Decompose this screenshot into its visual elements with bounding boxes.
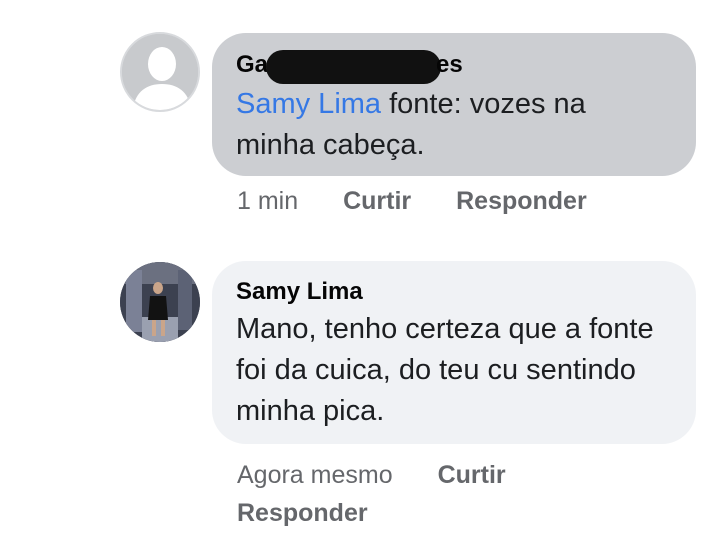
profile-photo (120, 262, 200, 342)
comment-actions: Agora mesmo Curtir Responder (237, 456, 557, 532)
comment-item: Ga es Samy Lima fonte: vozes na minha ca… (0, 0, 720, 240)
comment-author[interactable]: Ga es (236, 50, 672, 84)
like-button[interactable]: Curtir (343, 187, 411, 216)
comment-timestamp[interactable]: 1 min (237, 187, 298, 216)
author-name-end: es (436, 51, 463, 78)
reply-button[interactable]: Responder (237, 494, 368, 532)
comment-text: Samy Lima fonte: vozes na minha cabeça. (236, 84, 672, 166)
reply-button[interactable]: Responder (456, 187, 587, 216)
comment-author[interactable]: Samy Lima (236, 277, 672, 307)
comment-item: Samy Lima Mano, tenho certeza que a font… (0, 240, 720, 545)
avatar[interactable] (120, 262, 200, 342)
comment-bubble: Samy Lima Mano, tenho certeza que a font… (212, 261, 696, 444)
comment-timestamp[interactable]: Agora mesmo (237, 456, 393, 494)
author-name-start: Ga (236, 51, 269, 78)
mention-link[interactable]: Samy Lima (236, 88, 381, 120)
default-profile-silhouette-icon (122, 34, 198, 110)
like-button[interactable]: Curtir (438, 456, 506, 494)
avatar[interactable] (120, 32, 200, 112)
comment-text: Mano, tenho certeza que a fonte foi da c… (236, 313, 654, 427)
comment-actions: 1 min Curtir Responder (237, 187, 587, 216)
comment-bubble: Ga es Samy Lima fonte: vozes na minha ca… (212, 33, 696, 176)
redaction-mark (266, 50, 441, 84)
